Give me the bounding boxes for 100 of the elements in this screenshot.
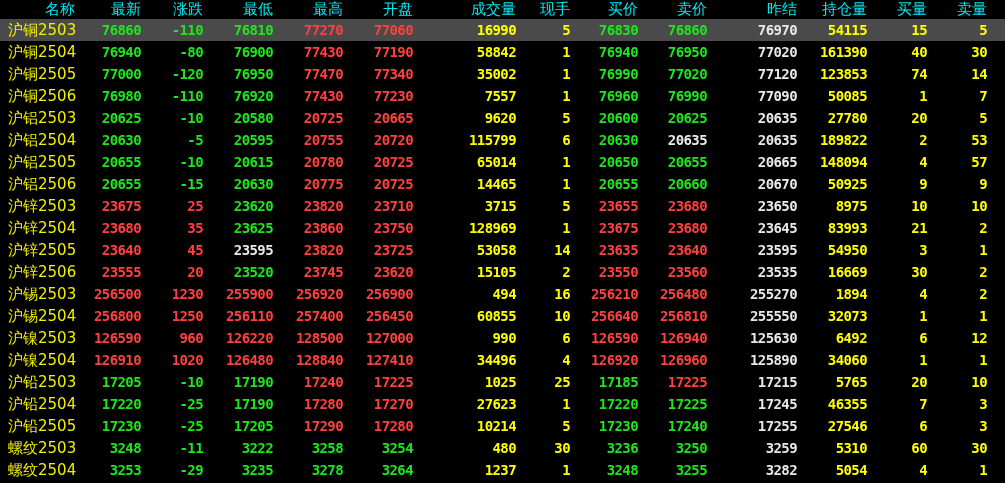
table-row[interactable]: 沪铅2503 17205 -10 17190 17240 17225 1025 25 17185 17225 17215 5765 20 10: [0, 371, 1005, 393]
table-row[interactable]: 沪铅2504 17220 -25 17190 17280 17270 27623 1 17220 17225 17245 46355 7 3: [0, 393, 1005, 415]
table-cell-text: 23620: [233, 197, 273, 216]
column-header[interactable]: 最低: [243, 0, 273, 19]
column-header[interactable]: 现手: [540, 0, 570, 19]
column-header[interactable]: 卖量: [957, 0, 987, 19]
table-cell-text: 256500: [94, 285, 141, 304]
table-row[interactable]: 沪铝2503 20625 -10 20580 20725 20665 9620 5 20600 20625 20635 27780 20 5: [0, 107, 1005, 129]
table-row[interactable]: 沪铝2506 20655 -15 20630 20775 20725 14465 1 20655 20660 20670 50925 9 9: [0, 173, 1005, 195]
table-cell-text: 256480: [660, 285, 707, 304]
table-cell-text: 76950: [667, 43, 707, 62]
table-cell-text: 58842: [476, 43, 516, 62]
table-cell-text: -10: [179, 373, 203, 392]
table-row[interactable]: 沪锌2506 23555 20 23520 23745 23620 15105 2 23550 23560 23535 16669 30 2: [0, 261, 1005, 283]
table-cell-text: 494: [492, 285, 516, 304]
table-cell-text: 5765: [835, 373, 867, 392]
table-cell-text: 126590: [591, 329, 638, 348]
table-row[interactable]: 沪铜2505 77000 -120 76950 77470 77340 35002 1 76990 77020 77120 123853 74 14: [0, 63, 1005, 85]
table-cell-text: 6492: [835, 329, 867, 348]
table-cell-text: 3248: [109, 439, 141, 458]
table-row[interactable]: 沪镍2504 126910 1020 126480 128840 127410 34496 4 126920 126960 125890 34060 1 1: [0, 349, 1005, 371]
table-cell-text: 16669: [827, 263, 867, 282]
table-cell-text: -5: [187, 131, 203, 150]
table-cell-text: 5: [562, 21, 570, 40]
table-cell-text: 256210: [591, 285, 638, 304]
column-header[interactable]: 买量: [897, 0, 927, 19]
column-header[interactable]: 最新: [111, 0, 141, 19]
table-cell-text: 4: [919, 153, 927, 172]
table-cell-text: 23675: [598, 219, 638, 238]
table-cell-text: 2: [562, 263, 570, 282]
table-row[interactable]: 沪铜2504 76940 -80 76900 77430 77190 58842 1 76940 76950 77020 161390 40 30: [0, 41, 1005, 63]
table-cell-text: 50925: [827, 175, 867, 194]
table-cell-text: 14: [971, 65, 987, 84]
column-header[interactable]: 涨跌: [173, 0, 203, 19]
table-row[interactable]: 沪铝2504 20630 -5 20595 20755 20720 115799 6 20630 20635 20635 189822 2 53: [0, 129, 1005, 151]
contract-name: 沪锌2506: [7, 262, 77, 282]
table-cell-text: 20635: [667, 131, 707, 150]
column-header[interactable]: 最高: [313, 0, 343, 19]
table-cell-text: 15: [911, 21, 927, 40]
column-header[interactable]: 卖价: [677, 0, 707, 19]
table-cell-text: -11: [179, 439, 203, 458]
table-row[interactable]: 沪锡2504 256800 1250 256110 257400 256450 60855 10 256640 256810 255550 32073 1 1: [0, 305, 1005, 327]
table-cell-text: 77340: [373, 65, 413, 84]
table-cell-text: 1: [562, 461, 570, 480]
table-cell-text: -10: [179, 109, 203, 128]
contract-name: 沪铅2504: [7, 394, 77, 414]
table-cell-text: 20725: [373, 153, 413, 172]
contract-name: 沪锡2504: [7, 306, 77, 326]
table-row[interactable]: 沪铜2506 76980 -110 76920 77430 77230 7557 1 76960 76990 77090 50085 1 7: [0, 85, 1005, 107]
table-cell-text: 1020: [171, 351, 203, 370]
column-header[interactable]: 昨结: [767, 0, 797, 19]
table-row[interactable]: 螺纹2504 3253 -29 3235 3278 3264 1237 1 3248 3255 3282 5054 4 1: [0, 459, 1005, 481]
table-cell-text: 77190: [373, 43, 413, 62]
table-cell-text: -110: [171, 21, 203, 40]
table-cell-text: 25: [187, 197, 203, 216]
table-cell-text: 5: [979, 109, 987, 128]
table-cell-text: 77120: [757, 65, 797, 84]
table-cell-text: 77020: [757, 43, 797, 62]
table-cell-text: 1: [979, 241, 987, 260]
table-cell-text: 17290: [303, 417, 343, 436]
column-header[interactable]: 持仓量: [822, 0, 867, 19]
table-row[interactable]: 沪锌2503 23675 25 23620 23820 23710 3715 5 23655 23680 23650 8975 10 10: [0, 195, 1005, 217]
table-cell-text: 23535: [757, 263, 797, 282]
table-row[interactable]: 沪镍2503 126590 960 126220 128500 127000 990 6 126590 126940 125630 6492 6 12: [0, 327, 1005, 349]
table-cell-text: 77470: [303, 65, 343, 84]
table-cell-text: 23595: [757, 241, 797, 260]
column-header[interactable]: 买价: [608, 0, 638, 19]
table-cell-text: 17240: [667, 417, 707, 436]
table-row[interactable]: 沪铝2505 20655 -10 20615 20780 20725 65014 1 20650 20655 20665 148094 4 57: [0, 151, 1005, 173]
table-row[interactable]: 沪锌2504 23680 35 23625 23860 23750 128969 1 23675 23680 23645 83993 21 2: [0, 217, 1005, 239]
table-row[interactable]: 沪铜2503 76860 -110 76810 77270 77060 16990 5 76830 76860 76970 54115 15 5: [0, 19, 1005, 41]
table-cell-text: 23820: [303, 241, 343, 260]
column-header[interactable]: 名称: [45, 0, 75, 19]
table-cell-text: 34060: [827, 351, 867, 370]
table-row[interactable]: 沪铅2505 17230 -25 17205 17290 17280 10214 5 17230 17240 17255 27546 6 3: [0, 415, 1005, 437]
table-cell-text: 76860: [667, 21, 707, 40]
table-cell-text: 3248: [606, 461, 638, 480]
table-cell-text: 20655: [101, 175, 141, 194]
table-cell-text: 30: [554, 439, 570, 458]
table-row[interactable]: 沪锌2505 23640 45 23595 23820 23725 53058 14 23635 23640 23595 54950 3 1: [0, 239, 1005, 261]
table-cell-text: 50085: [827, 87, 867, 106]
table-cell-text: 23860: [303, 219, 343, 238]
table-cell-text: 20655: [598, 175, 638, 194]
table-cell-text: 2: [979, 219, 987, 238]
table-cell-text: 17185: [598, 373, 638, 392]
column-header[interactable]: 成交量: [471, 0, 516, 19]
table-cell-text: 5: [979, 21, 987, 40]
table-row[interactable]: 沪锡2503 256500 1230 255900 256920 256900 494 16 256210 256480 255270 1894 4 2: [0, 283, 1005, 305]
table-cell-text: 30: [971, 43, 987, 62]
table-cell-text: 23680: [667, 197, 707, 216]
table-cell-text: 15105: [476, 263, 516, 282]
table-cell-text: 20630: [598, 131, 638, 150]
table-cell-text: 23650: [757, 197, 797, 216]
table-cell-text: 76940: [598, 43, 638, 62]
table-cell-text: 23655: [598, 197, 638, 216]
table-cell-text: 127000: [366, 329, 413, 348]
table-row[interactable]: 螺纹2503 3248 -11 3222 3258 3254 480 30 3236 3250 3259 5310 60 30: [0, 437, 1005, 459]
table-cell-text: 1: [979, 351, 987, 370]
table-cell-text: 128840: [296, 351, 343, 370]
column-header[interactable]: 开盘: [383, 0, 413, 19]
